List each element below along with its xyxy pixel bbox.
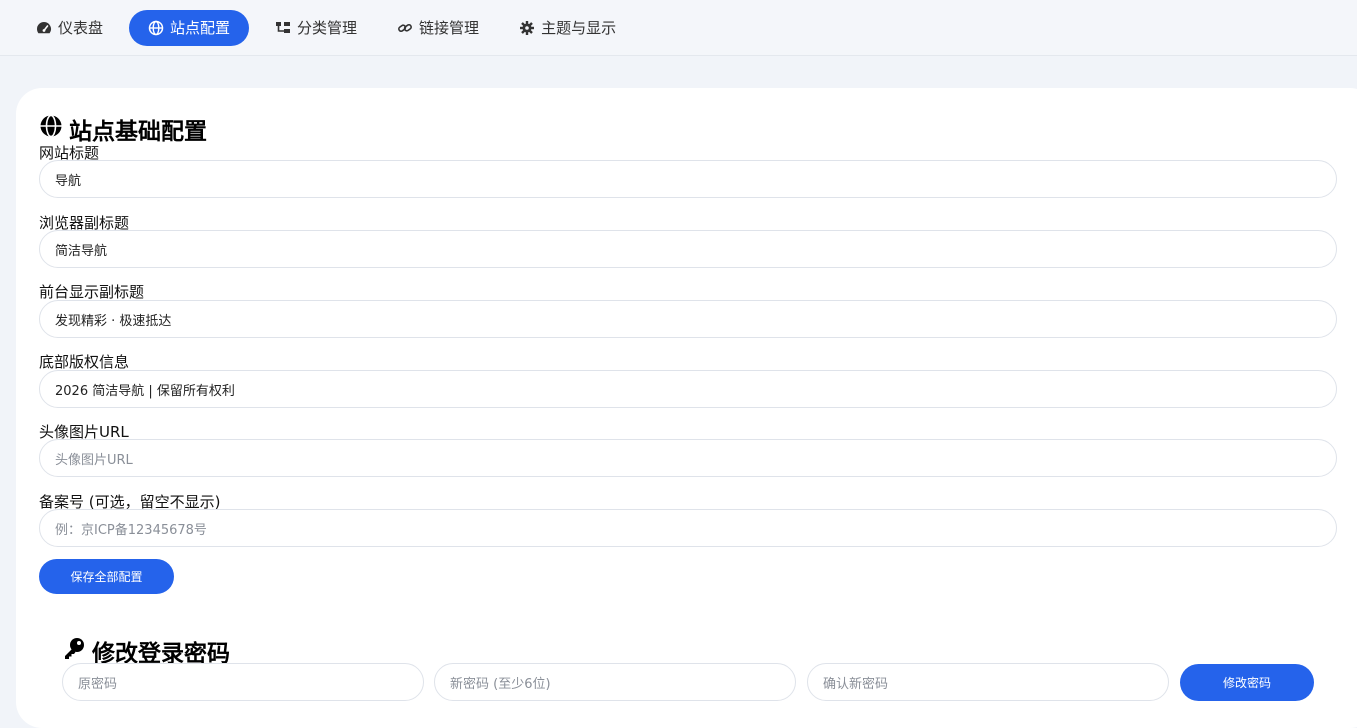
tab-theme-display[interactable]: 主题与显示 <box>505 10 630 46</box>
tab-label: 链接管理 <box>419 19 480 37</box>
globe-icon <box>39 114 63 144</box>
save-all-button[interactable]: 保存全部配置 <box>39 559 174 594</box>
key-icon <box>62 636 86 666</box>
tab-link-management[interactable]: 链接管理 <box>383 10 493 46</box>
confirm-password-input[interactable]: 确认新密码 <box>807 663 1169 701</box>
tab-label: 站点配置 <box>170 19 231 37</box>
settings-card: 站点基础配置 网站标题 导航 浏览器副标题 简洁导航 前台显示副标题 发现精彩 … <box>16 88 1357 728</box>
copyright-input[interactable]: 2026 简洁导航 | 保留所有权利 <box>39 370 1337 408</box>
change-password-button[interactable]: 修改密码 <box>1180 664 1314 701</box>
gauge-icon <box>36 20 52 36</box>
copyright-label: 底部版权信息 <box>39 353 130 371</box>
tab-label: 仪表盘 <box>58 19 104 37</box>
site-title-input[interactable]: 导航 <box>39 160 1337 198</box>
front-subtitle-input[interactable]: 发现精彩 · 极速抵达 <box>39 300 1337 338</box>
tab-dashboard[interactable]: 仪表盘 <box>22 10 117 46</box>
old-password-input[interactable]: 原密码 <box>62 663 424 701</box>
tab-label: 分类管理 <box>297 19 358 37</box>
section-heading: 站点基础配置 <box>69 119 207 145</box>
new-password-input[interactable]: 新密码 (至少6位) <box>434 663 796 701</box>
link-icon <box>397 20 413 36</box>
browser-subtitle-input[interactable]: 简洁导航 <box>39 230 1337 268</box>
top-nav: 仪表盘 站点配置 分类管理 链接管理 主题与显示 <box>0 0 1357 56</box>
tab-label: 主题与显示 <box>541 19 617 37</box>
avatar-url-input[interactable]: 头像图片URL <box>39 439 1337 477</box>
site-config-title: 站点基础配置 <box>39 112 207 146</box>
gear-icon <box>519 20 535 36</box>
tab-site-config[interactable]: 站点配置 <box>129 9 250 46</box>
front-subtitle-label: 前台显示副标题 <box>39 283 145 301</box>
globe-icon <box>148 20 164 36</box>
icp-input[interactable]: 例：京ICP备12345678号 <box>39 509 1337 547</box>
sitemap-icon <box>275 20 291 36</box>
tab-category-management[interactable]: 分类管理 <box>261 10 371 46</box>
